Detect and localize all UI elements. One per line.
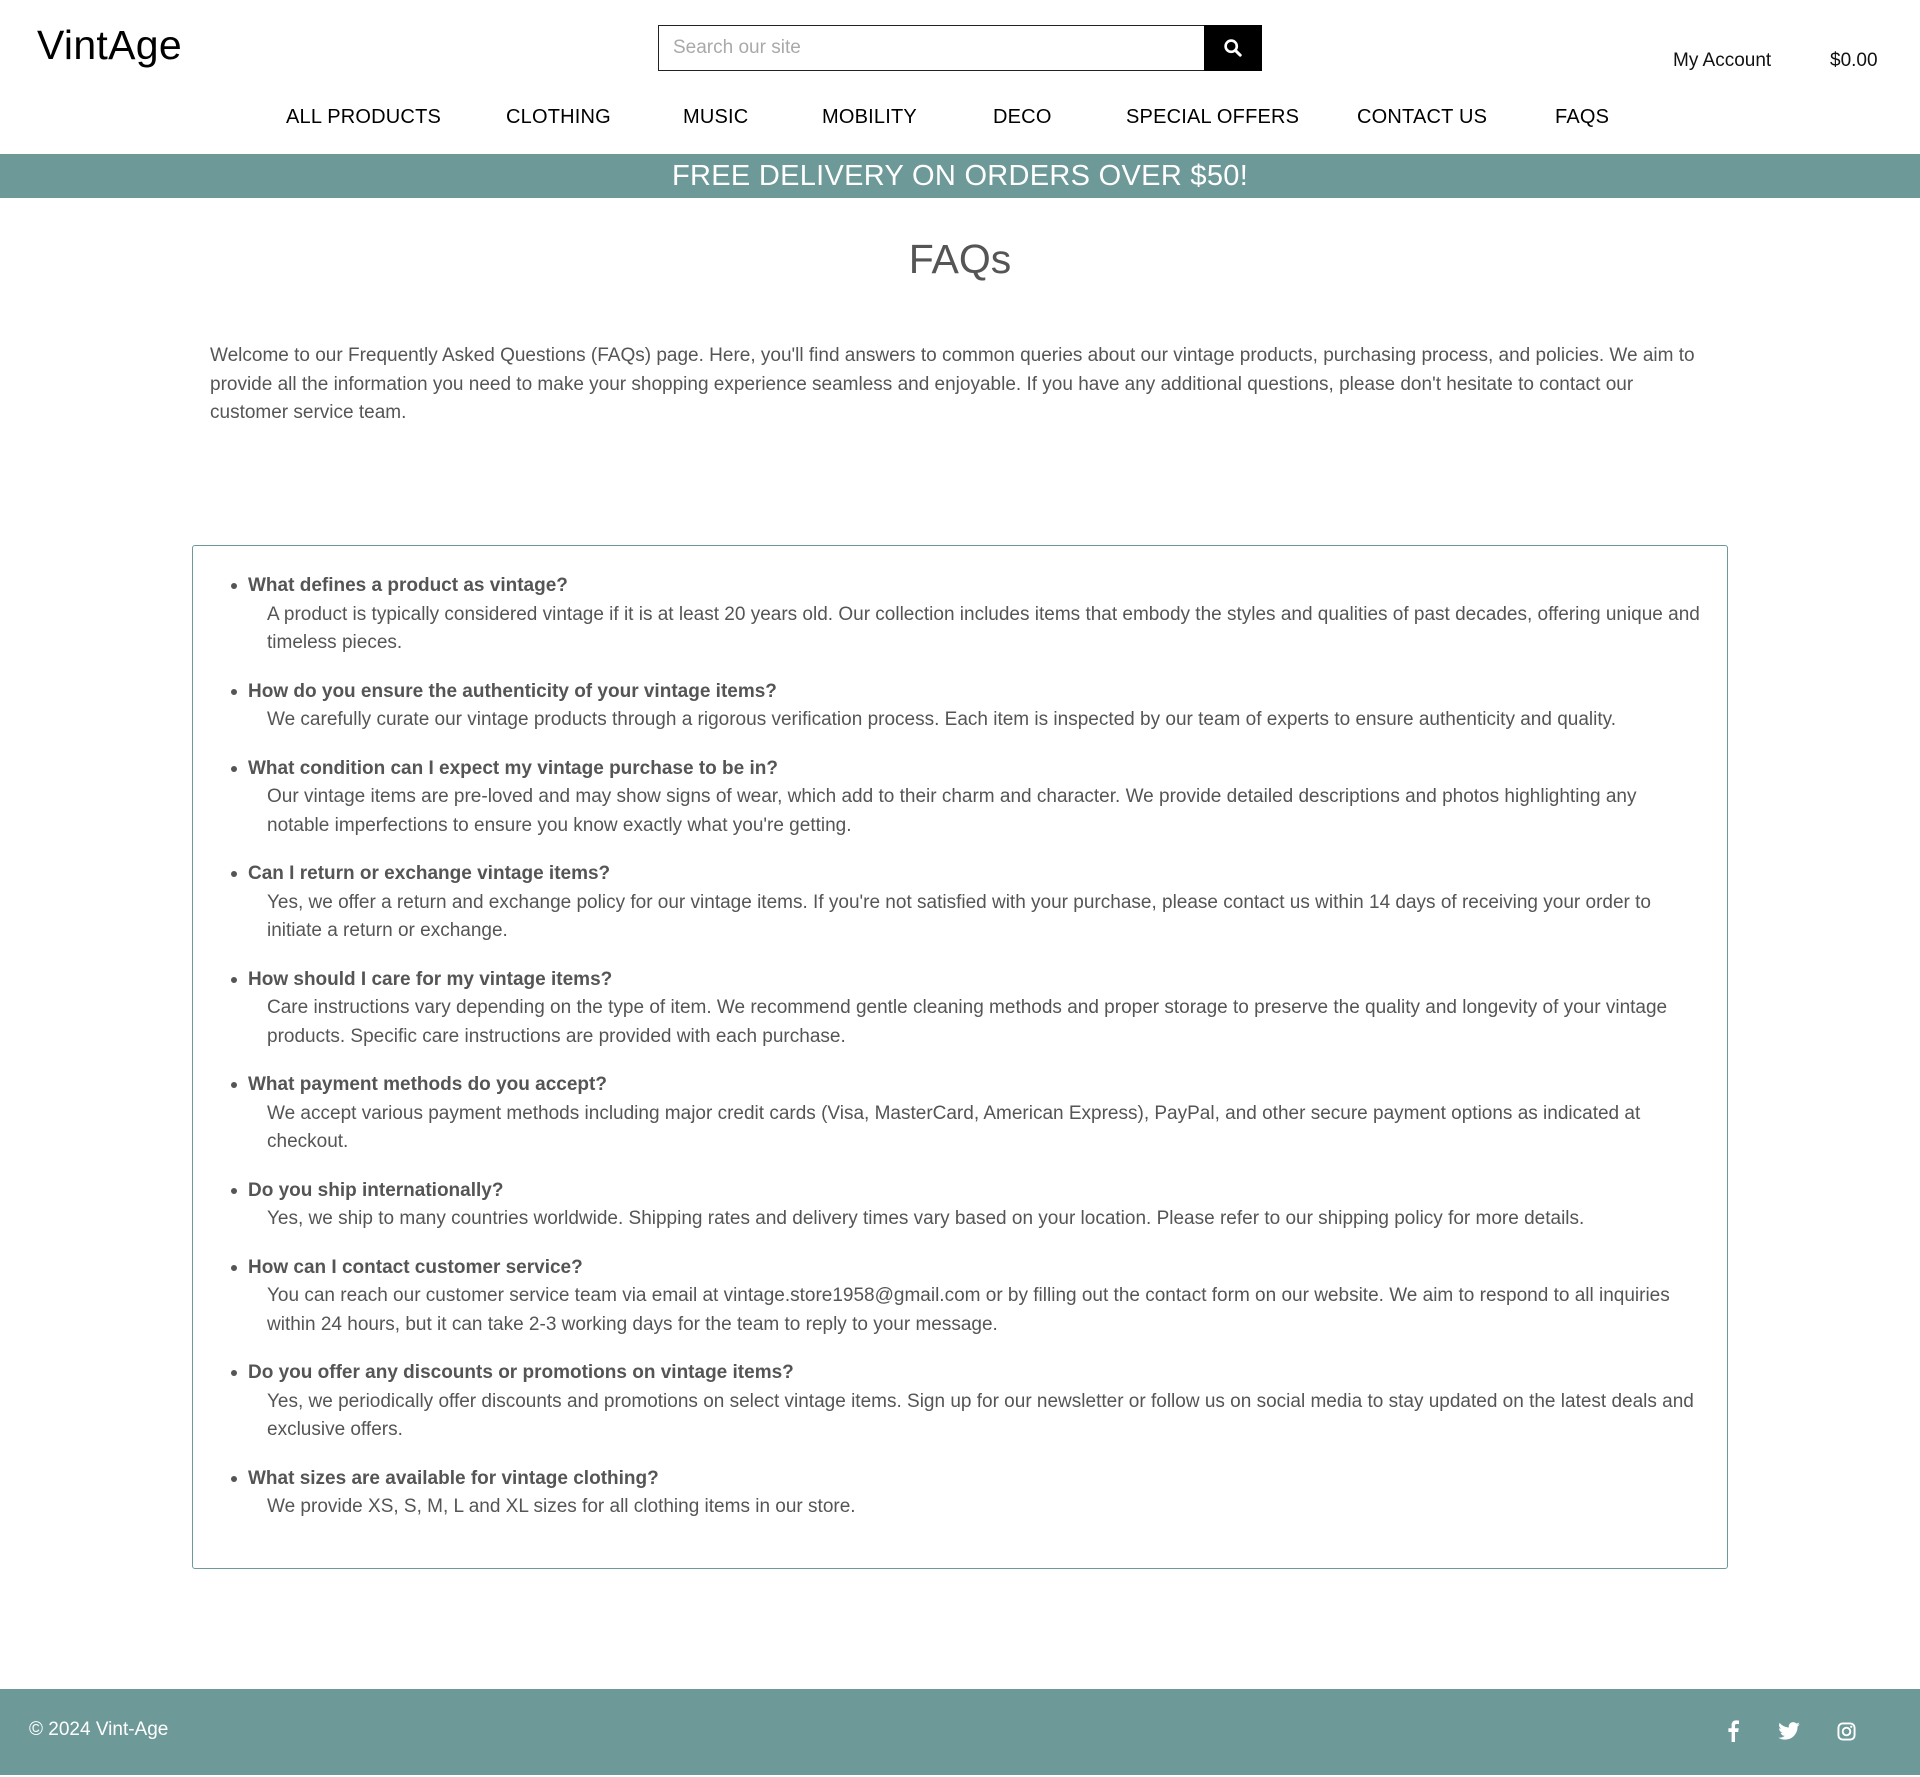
facebook-icon[interactable] bbox=[1721, 1719, 1745, 1743]
faq-answer: We provide XS, S, M, L and XL sizes for … bbox=[267, 1496, 856, 1517]
search-button[interactable] bbox=[1204, 25, 1262, 71]
faq-intro: Welcome to our Frequently Asked Question… bbox=[210, 345, 1695, 423]
faq-answer: Yes, we periodically offer discounts and… bbox=[267, 1390, 1694, 1441]
nav-item-special-offers[interactable]: SPECIAL OFFERS bbox=[1126, 106, 1299, 129]
instagram-icon[interactable] bbox=[1834, 1719, 1858, 1743]
search-icon bbox=[1224, 39, 1242, 57]
faq-question: What sizes are available for vintage clo… bbox=[248, 1467, 659, 1489]
faq-item: Can I return or exchange vintage items? … bbox=[231, 860, 1703, 946]
site-logo[interactable]: VintAge bbox=[37, 22, 182, 69]
faq-list: What defines a product as vintage? A pro… bbox=[231, 572, 1703, 1522]
search-input[interactable] bbox=[658, 25, 1204, 71]
nav-item-deco[interactable]: DECO bbox=[993, 106, 1052, 129]
faq-item: How do you ensure the authenticity of yo… bbox=[231, 678, 1703, 735]
site-footer: © 2024 Vint-Age bbox=[0, 1689, 1920, 1775]
faq-question: Can I return or exchange vintage items? bbox=[248, 863, 611, 884]
site-header: VintAge My Account $0.00 ALL PRODUCTS CL… bbox=[0, 0, 1920, 154]
faq-item: What condition can I expect my vintage p… bbox=[231, 755, 1703, 841]
faq-answer: Care instructions vary depending on the … bbox=[267, 997, 1668, 1047]
faq-item: How can I contact customer service? You … bbox=[231, 1254, 1703, 1340]
nav-item-faqs[interactable]: FAQS bbox=[1555, 106, 1609, 129]
faq-item: How should I care for my vintage items? … bbox=[231, 966, 1703, 1052]
my-account-link[interactable]: My Account bbox=[1673, 50, 1771, 72]
faq-question: How should I care for my vintage items? bbox=[248, 968, 613, 990]
faq-answer: Yes, we offer a return and exchange poli… bbox=[267, 891, 1651, 942]
faq-item: Do you ship internationally? Yes, we shi… bbox=[231, 1177, 1703, 1234]
nav-item-mobility[interactable]: MOBILITY bbox=[822, 106, 917, 129]
faq-answer: We accept various payment methods includ… bbox=[267, 1102, 1641, 1153]
faq-item: Do you offer any discounts or promotions… bbox=[231, 1359, 1703, 1445]
faq-question: What payment methods do you accept? bbox=[248, 1074, 607, 1095]
nav-item-all-products[interactable]: ALL PRODUCTS bbox=[286, 106, 441, 129]
nav-item-contact-us[interactable]: CONTACT US bbox=[1357, 106, 1487, 129]
faq-answer: Yes, we ship to many countries worldwide… bbox=[267, 1208, 1585, 1229]
nav-item-clothing[interactable]: CLOTHING bbox=[506, 106, 611, 129]
faq-question: Do you offer any discounts or promotions… bbox=[248, 1362, 794, 1383]
faq-answer: A product is typically considered vintag… bbox=[267, 603, 1700, 654]
faq-question: Do you ship internationally? bbox=[248, 1179, 504, 1201]
faq-answer: You can reach our customer service team … bbox=[267, 1285, 1670, 1335]
promo-banner: FREE DELIVERY ON ORDERS OVER $50! bbox=[0, 154, 1920, 198]
faq-item: What defines a product as vintage? A pro… bbox=[231, 572, 1703, 658]
faq-answer: Our vintage items are pre-loved and may … bbox=[267, 786, 1637, 836]
nav-item-music[interactable]: MUSIC bbox=[683, 106, 748, 129]
page: VintAge My Account $0.00 ALL PRODUCTS CL… bbox=[0, 0, 1920, 1777]
faq-question: How do you ensure the authenticity of yo… bbox=[248, 680, 777, 702]
copyright-text: © 2024 Vint-Age bbox=[29, 1719, 169, 1740]
faq-answer: We carefully curate our vintage products… bbox=[267, 709, 1616, 730]
cart-total[interactable]: $0.00 bbox=[1830, 50, 1878, 72]
search-bar bbox=[658, 25, 1262, 71]
page-title: FAQs bbox=[908, 236, 1012, 282]
faq-container: What defines a product as vintage? A pro… bbox=[192, 545, 1728, 1569]
faq-item: What sizes are available for vintage clo… bbox=[231, 1465, 1703, 1522]
faq-question: What defines a product as vintage? bbox=[248, 575, 568, 596]
twitter-icon[interactable] bbox=[1777, 1719, 1801, 1743]
faq-item: What payment methods do you accept? We a… bbox=[231, 1071, 1703, 1157]
promo-banner-text: FREE DELIVERY ON ORDERS OVER $50! bbox=[671, 159, 1249, 192]
faq-question: How can I contact customer service? bbox=[248, 1256, 583, 1278]
faq-question: What condition can I expect my vintage p… bbox=[248, 757, 778, 779]
